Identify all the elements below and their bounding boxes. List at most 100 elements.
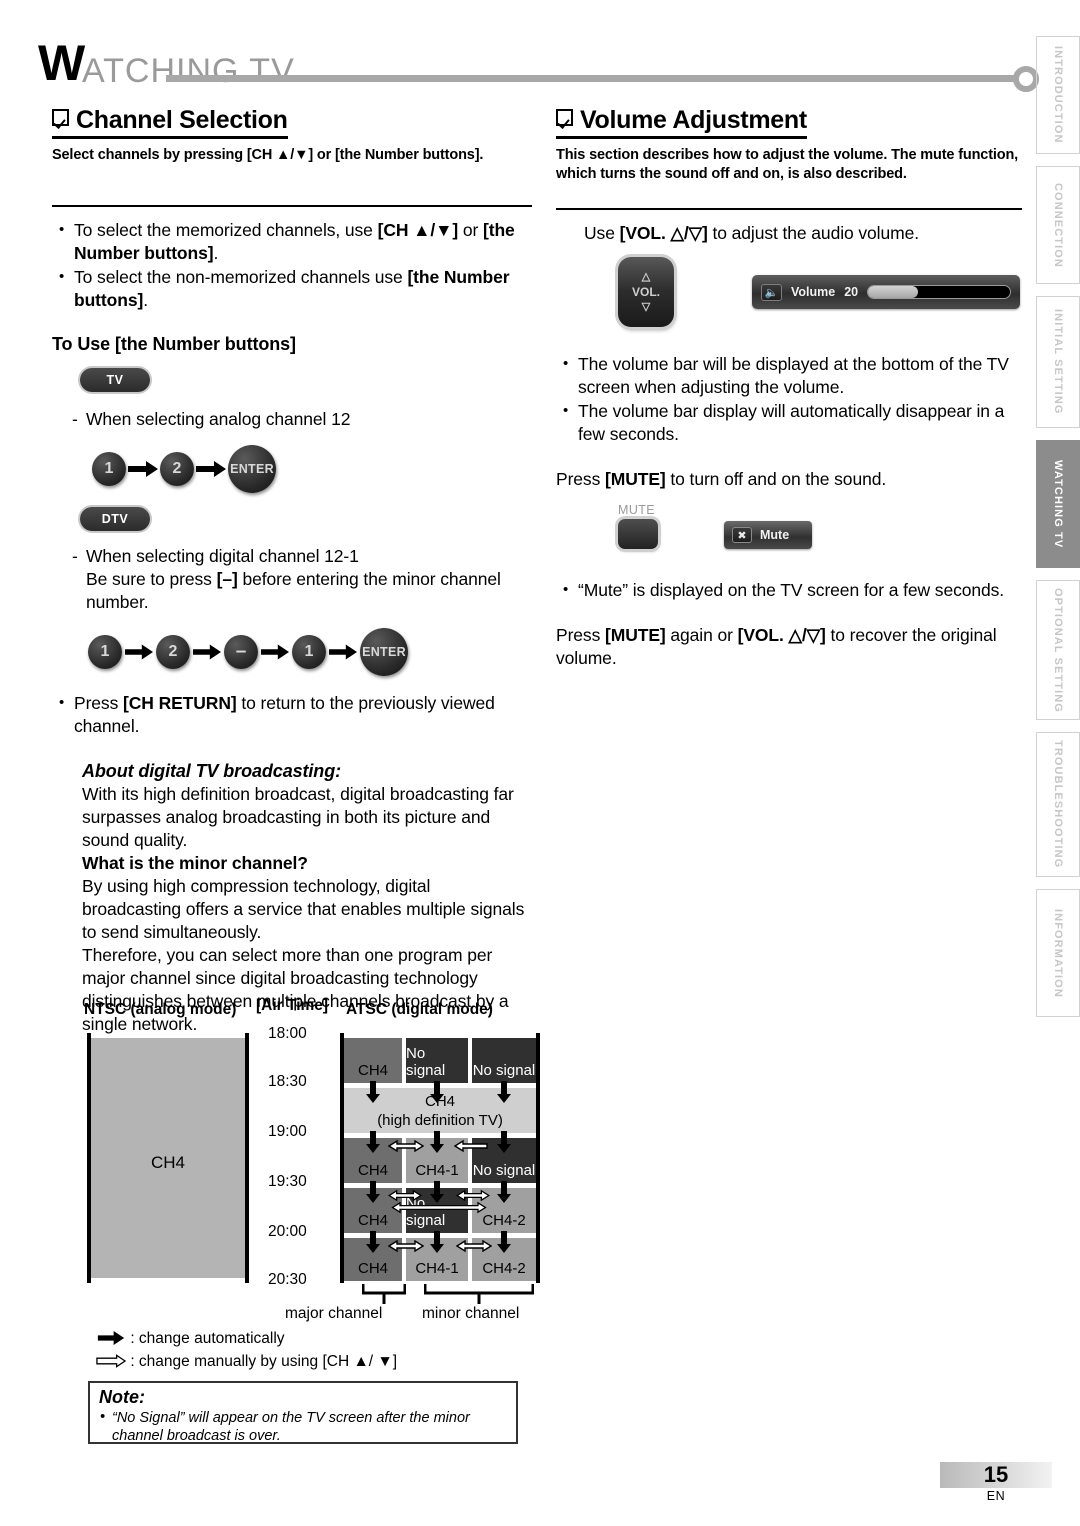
list-item: The volume bar display will automaticall… (556, 399, 1022, 446)
ch-return-note: Press [CH RETURN] to return to the previ… (52, 691, 532, 738)
note-title: Note: (99, 1387, 145, 1407)
key-button[interactable]: 1 (88, 635, 122, 669)
atsc-left-edge (340, 1033, 344, 1283)
arrow-right-icon (258, 644, 292, 660)
hollow-arrow-icon (96, 1354, 127, 1368)
arrow-down-icon (366, 1131, 380, 1158)
vol-rocker-button[interactable]: △ VOL. ▽ (618, 257, 674, 327)
volume-osd-bar: 🔈 Volume 20 (752, 275, 1020, 309)
arrow-right-icon (126, 461, 160, 477)
osd-volume-label: Volume (791, 285, 836, 299)
mute-display-note: “Mute” is displayed on the TV screen for… (556, 578, 1022, 602)
chart-header-ntsc: NTSC (analog mode) (84, 1001, 237, 1018)
arrow-down-icon (366, 1181, 380, 1208)
right-column: Volume Adjustment This section describes… (556, 105, 1022, 670)
page-language: EN (986, 1489, 1006, 1503)
tab-connection[interactable]: CONNECTION (1036, 166, 1080, 284)
key-button[interactable]: 1 (92, 452, 126, 486)
digital-instruction: When selecting digital channel 12-1 Be s… (64, 545, 532, 614)
tab-optional-setting[interactable]: OPTIONAL SETTING (1036, 580, 1080, 720)
time-tick: 19:30 (268, 1173, 307, 1190)
arrow-down-icon (497, 1181, 511, 1208)
tab-troubleshooting[interactable]: TROUBLESHOOTING (1036, 732, 1080, 877)
manual-arrow-lr-icon (455, 1239, 493, 1258)
about-digital-heading: About digital TV broadcasting: (82, 761, 341, 781)
vol-label: VOL. (631, 285, 660, 299)
arrow-down-icon (497, 1231, 511, 1258)
chapter-header: W ATCHING TV (38, 38, 1039, 92)
tab-initial-setting[interactable]: INITIAL SETTING (1036, 296, 1080, 428)
tab-watching-tv[interactable]: WATCHING TV (1036, 440, 1080, 568)
cell: No signal (406, 1038, 468, 1083)
cell: No signal (472, 1038, 536, 1083)
use-vol-instruction: Use [VOL. △/▽] to adjust the audio volum… (584, 223, 919, 243)
ntsc-channel-label: CH4 (150, 1153, 185, 1172)
air-time-chart: NTSC (analog mode) [Air Time] ATSC (digi… (84, 995, 540, 1322)
volume-fill (868, 286, 919, 298)
arrow-down-icon (430, 1131, 444, 1158)
minor-channel-heading: What is the minor channel? (82, 853, 308, 873)
caption-major-channel: major channel (285, 1305, 383, 1322)
volume-track[interactable] (867, 285, 1011, 299)
tab-introduction[interactable]: INTRODUCTION (1036, 36, 1080, 154)
divider (52, 205, 532, 207)
mute-speaker-icon: ✖ (732, 527, 752, 543)
header-rule (166, 75, 1018, 82)
note-box: Note: “No Signal” will appear on the TV … (88, 1381, 518, 1444)
chapter-initial: W (38, 35, 85, 91)
divider (556, 208, 1022, 210)
minus-key-button[interactable]: – (224, 635, 258, 669)
key-button[interactable]: 1 (292, 635, 326, 669)
legend-manual: : change manually by using [CH ▲/ ▼] (96, 1353, 397, 1371)
key-button[interactable]: 2 (160, 452, 194, 486)
tv-mode-badge: TV (80, 368, 150, 392)
speaker-icon: 🔈 (761, 283, 782, 301)
manual-arrow-lr-long-icon (388, 1201, 490, 1219)
osd-volume-value: 20 (844, 285, 859, 299)
arrow-right-icon (190, 644, 224, 660)
recover-volume-instruction: Press [MUTE] again or [VOL. △/▽] to reco… (556, 625, 997, 668)
key-button[interactable]: 2 (156, 635, 190, 669)
arrow-down-icon (430, 1081, 444, 1108)
chart-header-airtime: [Air Time] (256, 997, 329, 1014)
atsc-right-edge (536, 1033, 540, 1283)
analog-key-sequence: 1 2 ENTER (92, 445, 532, 493)
time-tick: 20:30 (268, 1271, 307, 1288)
chapter-tabs: INTRODUCTION CONNECTION INITIAL SETTING … (1036, 36, 1080, 1029)
time-tick: 18:00 (268, 1025, 307, 1042)
time-tick: 19:00 (268, 1123, 307, 1140)
list-item: The volume bar will be displayed at the … (556, 352, 1022, 399)
caption-minor-channel: minor channel (422, 1305, 520, 1322)
osd-mute-label: Mute (760, 528, 790, 542)
arrow-right-icon (194, 461, 228, 477)
mute-button-label: MUTE (618, 503, 656, 517)
atsc-block: CH4 No signal No signal CH4 (high defini… (340, 1033, 540, 1283)
enter-button[interactable]: ENTER (360, 628, 408, 676)
arrow-right-icon (326, 644, 360, 660)
digital-key-sequence: 1 2 – 1 ENTER (88, 628, 532, 676)
time-tick: 20:00 (268, 1223, 307, 1240)
note-item: “No Signal” will appear on the TV screen… (100, 1408, 516, 1445)
channel-selection-subtitle: Select channels by pressing [CH ▲/▼] or … (52, 147, 484, 163)
chart-header-atsc: ATSC (digital mode) (346, 1001, 493, 1018)
checkbox-icon (52, 109, 69, 126)
arrow-down-icon (497, 1081, 511, 1108)
arrow-down-icon (366, 1081, 380, 1108)
arrow-down-icon (497, 1131, 511, 1158)
mute-button[interactable] (618, 519, 658, 549)
mute-osd: ✖ Mute (724, 521, 812, 549)
left-column: Channel Selection Select channels by pre… (52, 105, 532, 1036)
triangle-down-icon: ▽ (641, 301, 651, 313)
arrow-down-icon (430, 1231, 444, 1258)
manual-arrow-lr-icon (387, 1139, 425, 1158)
triangle-up-icon: △ (641, 271, 651, 283)
page-number: 15 (940, 1462, 1052, 1488)
manual-arrow-lr-icon (387, 1239, 425, 1258)
ntsc-block: CH4 (87, 1033, 249, 1283)
enter-button[interactable]: ENTER (228, 445, 276, 493)
press-mute-instruction: Press [MUTE] to turn off and on the soun… (556, 469, 887, 489)
channel-selection-title: Channel Selection (52, 105, 288, 139)
analog-instruction: When selecting analog channel 12 (64, 408, 532, 431)
tab-information[interactable]: INFORMATION (1036, 889, 1080, 1017)
to-use-number-buttons-heading: To Use [the Number buttons] (52, 334, 296, 354)
